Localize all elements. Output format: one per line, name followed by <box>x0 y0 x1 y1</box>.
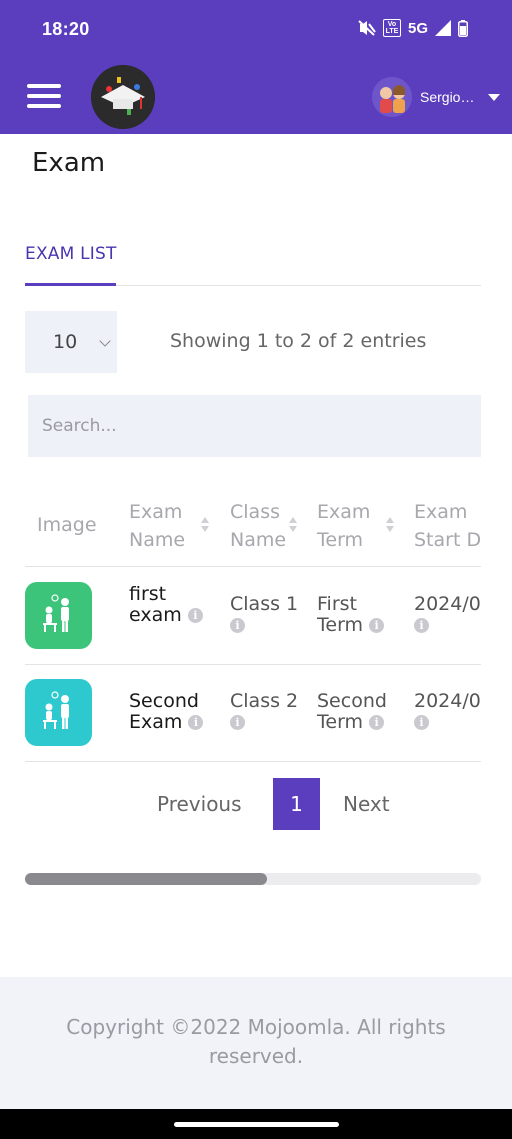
exam-thumbnail <box>25 679 92 746</box>
page-title: Exam <box>32 148 106 178</box>
page-length-select[interactable]: 10 <box>25 311 117 373</box>
tab-exam-list[interactable]: EXAM LIST <box>25 244 117 264</box>
previous-page-button[interactable]: Previous <box>157 792 242 816</box>
sort-icon[interactable] <box>289 517 297 533</box>
info-icon[interactable]: i <box>187 608 203 623</box>
page-1-button[interactable]: 1 <box>273 778 320 830</box>
hamburger-menu-icon[interactable] <box>27 84 61 110</box>
sort-icon[interactable] <box>386 517 394 533</box>
horizontal-scrollbar[interactable] <box>25 873 481 885</box>
chevron-down-icon[interactable] <box>488 93 500 101</box>
status-bar: 18:20 Vo LTE 5G <box>0 0 512 60</box>
column-header-exam-name[interactable]: Exam Name <box>129 498 201 554</box>
chevron-down-icon <box>99 335 111 347</box>
class-name-cell: Class 1 i <box>230 594 310 636</box>
exam-table: Image Exam Name Class Name Exam Term Exa… <box>25 480 481 762</box>
copyright-text: Copyright ©2022 Mojoomla. All rights res… <box>66 1015 446 1068</box>
start-date: 2024/0 <box>414 593 481 615</box>
network-type: 5G <box>407 19 428 37</box>
volte-icon: Vo LTE <box>382 19 401 37</box>
exam-term-cell: First Term i <box>317 594 402 636</box>
user-menu[interactable]: Sergio Thomp <box>372 77 500 117</box>
exam-icon <box>25 582 92 649</box>
system-nav-bar <box>0 1109 512 1139</box>
row-divider <box>25 566 481 567</box>
footer: Copyright ©2022 Mojoomla. All rights res… <box>0 977 512 1109</box>
battery-icon <box>458 19 468 37</box>
exam-name: first exam <box>129 583 182 626</box>
mute-vibrate-icon <box>358 20 376 36</box>
exam-thumbnail <box>25 582 92 649</box>
page-length-value: 10 <box>53 331 78 353</box>
user-name: Sergio Thomp <box>420 89 478 105</box>
school-logo[interactable] <box>91 65 155 129</box>
row-divider <box>25 761 481 762</box>
entries-info: Showing 1 to 2 of 2 entries <box>170 330 427 352</box>
start-date: 2024/0 <box>414 690 481 712</box>
signal-icon <box>435 20 451 36</box>
class-name: Class 1 <box>230 593 299 615</box>
class-name-cell: Class 2 i <box>230 691 310 733</box>
start-date-cell: 2024/0 i <box>414 691 481 733</box>
info-icon[interactable]: i <box>230 715 245 730</box>
info-icon[interactable]: i <box>414 618 429 633</box>
status-time: 18:20 <box>42 19 90 39</box>
pagination: Previous 1 Next <box>0 778 512 830</box>
info-icon[interactable]: i <box>414 715 429 730</box>
info-icon[interactable]: i <box>230 618 245 633</box>
info-icon[interactable]: i <box>369 618 385 633</box>
app-bar: Sergio Thomp <box>0 60 512 134</box>
column-header-class-name[interactable]: Class Name <box>230 498 296 554</box>
home-gesture-handle[interactable] <box>174 1122 339 1127</box>
column-header-exam-start-date[interactable]: Exam Start D <box>414 498 481 554</box>
info-icon[interactable]: i <box>369 715 385 730</box>
sort-icon[interactable] <box>201 517 209 533</box>
row-divider <box>25 664 481 665</box>
scrollbar-thumb[interactable] <box>25 873 267 885</box>
column-header-image: Image <box>37 514 97 536</box>
column-header-exam-term[interactable]: Exam Term <box>317 498 377 554</box>
class-name: Class 2 <box>230 690 299 712</box>
exam-name-cell: first exam i <box>129 584 209 626</box>
info-icon[interactable]: i <box>188 715 204 730</box>
tab-active-indicator <box>25 283 116 286</box>
start-date-cell: 2024/0 i <box>414 594 481 636</box>
next-page-button[interactable]: Next <box>343 792 390 816</box>
user-avatar <box>372 77 412 117</box>
exam-name-cell: Second Exam i <box>129 691 213 733</box>
exam-term: First Term <box>317 593 364 636</box>
status-icons: Vo LTE 5G <box>358 19 468 37</box>
search-input[interactable] <box>28 395 481 457</box>
exam-term-cell: Second Term i <box>317 691 402 733</box>
exam-icon <box>25 679 92 746</box>
